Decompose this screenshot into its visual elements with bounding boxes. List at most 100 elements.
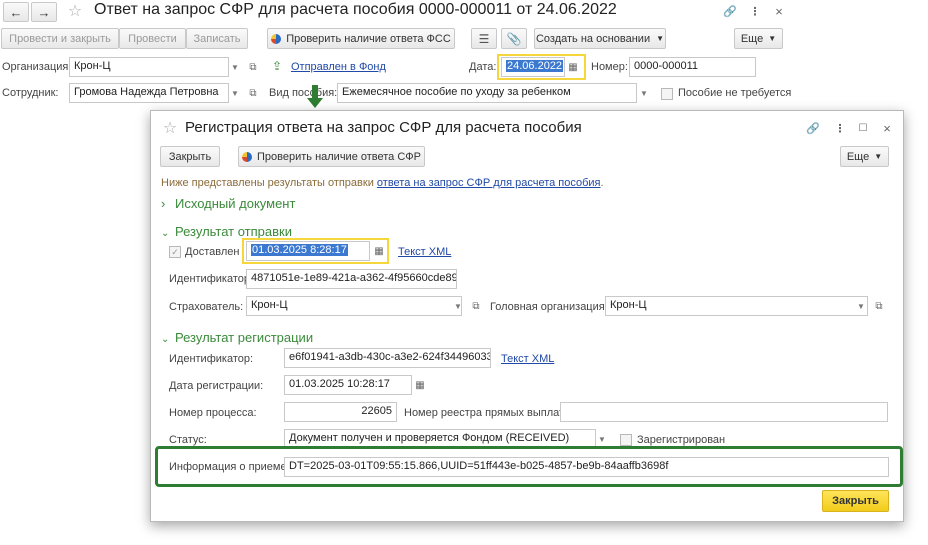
post-and-close-button[interactable]: Провести и закрыть (1, 28, 119, 49)
more-label: Еще (740, 32, 764, 45)
info-line: Ниже представлены результаты отправки от… (161, 177, 604, 189)
pointer-arrow-head (307, 98, 323, 108)
post-button[interactable]: Провести (119, 28, 186, 49)
benefit-type-label: Вид пособия: (269, 87, 338, 99)
send-result-section[interactable]: ⌄ Результат отправки (161, 224, 292, 239)
chevron-down-icon: ⌄ (161, 334, 170, 345)
chevron-down-icon: ▼ (656, 34, 665, 43)
check-sfr-label: Проверить наличие ответа СФР (257, 150, 421, 163)
insurer-label: Страхователь: (169, 301, 244, 313)
calendar-icon[interactable]: ▦ (372, 244, 386, 258)
reg-date-field[interactable]: 01.03.2025 10:28:17 (284, 375, 412, 395)
delivered-datetime-value: 01.03.2025 8:28:17 (251, 244, 348, 256)
close-button[interactable]: Закрыть (160, 146, 220, 167)
calendar-icon[interactable]: ▦ (566, 60, 580, 74)
more-button[interactable]: Еще ▼ (840, 146, 889, 167)
registered-checkbox[interactable] (620, 434, 632, 446)
head-org-field[interactable]: Крон-Ц (605, 296, 868, 316)
delivered-label: Доставлен (185, 246, 240, 258)
receipt-info-label: Информация о приеме: (169, 461, 290, 473)
close-icon[interactable]: × (880, 121, 894, 136)
footer-close-button[interactable]: Закрыть (822, 490, 889, 512)
more-button[interactable]: Еще ▼ (734, 28, 783, 49)
status-label: Статус: (169, 434, 207, 446)
benefit-type-field[interactable]: Ежемесячное пособие по уходу за ребенком (337, 83, 637, 103)
chevron-down-icon: ▼ (768, 34, 777, 43)
org-field[interactable]: Крон-Ц (69, 57, 229, 77)
favorite-star-icon[interactable]: ☆ (161, 119, 179, 137)
registry-field[interactable] (560, 402, 888, 422)
registry-label: Номер реестра прямых выплат: (404, 407, 568, 419)
registration-dialog: ☆ Регистрация ответа на запрос СФР для р… (150, 110, 904, 522)
not-required-label: Пособие не требуется (678, 87, 792, 99)
number-field[interactable]: 0000-000011 (629, 57, 756, 77)
list-icon: ☰ (478, 31, 490, 46)
create-based-on-button[interactable]: Создать на основании ▼ (534, 28, 666, 49)
head-org-label: Головная организация: (490, 301, 608, 313)
date-value: 24.06.2022 (506, 60, 564, 72)
source-doc-section[interactable]: › Исходный документ (161, 196, 295, 211)
close-icon[interactable]: × (772, 4, 786, 19)
id-field-1[interactable]: 4871051e-1e89-421a-a362-4f95660cde89 (246, 269, 457, 289)
insurer-open-icon[interactable]: ⧉ (470, 299, 482, 313)
employee-field[interactable]: Громова Надежда Петровна (69, 83, 229, 103)
check-fss-label: Проверить наличие ответа ФСС (286, 32, 451, 45)
chevron-down-icon: ⌄ (161, 228, 170, 239)
forward-button[interactable]: → (31, 2, 57, 22)
source-doc-title: Исходный документ (175, 196, 296, 211)
list-icon-button[interactable]: ☰ (471, 28, 497, 49)
info-text: Ниже представлены результаты отправки (161, 177, 374, 189)
text-xml-link-2[interactable]: Текст XML (501, 353, 554, 365)
head-org-dropdown-icon[interactable]: ▼ (854, 296, 868, 316)
save-button[interactable]: Записать (186, 28, 248, 49)
pointer-arrow (312, 85, 318, 99)
dialog-title: Регистрация ответа на запрос СФР для рас… (185, 119, 582, 136)
org-open-icon[interactable]: ⧉ (247, 60, 259, 74)
maximize-icon[interactable]: ☐ (856, 121, 870, 135)
delivered-datetime-field[interactable]: 01.03.2025 8:28:17 (246, 241, 370, 261)
reg-date-label: Дата регистрации: (169, 380, 264, 392)
employee-label: Сотрудник: (2, 87, 59, 99)
more-dots-icon[interactable]: ⋮ (748, 4, 762, 18)
more-label: Еще (846, 150, 870, 163)
id-label-2: Идентификатор: (169, 353, 254, 365)
benefit-type-dropdown-icon[interactable]: ▼ (637, 83, 651, 103)
reg-result-section[interactable]: ⌄ Результат регистрации (161, 330, 313, 345)
employee-open-icon[interactable]: ⧉ (247, 86, 259, 100)
send-result-title: Результат отправки (175, 224, 292, 239)
number-label: Номер: (591, 61, 628, 73)
insurer-field[interactable]: Крон-Ц (246, 296, 462, 316)
insurer-dropdown-icon[interactable]: ▼ (451, 296, 465, 316)
link-icon[interactable]: 🔗 (723, 4, 737, 18)
paperclip-icon: 📎 (506, 31, 522, 46)
favorite-star-icon[interactable]: ☆ (66, 2, 84, 20)
attach-button[interactable]: 📎 (501, 28, 527, 49)
receipt-info-field[interactable]: DT=2025-03-01T09:55:15.866,UUID=51ff443e… (284, 457, 889, 477)
id-label-1: Идентификатор: (169, 273, 254, 285)
registered-label: Зарегистрирован (637, 434, 726, 446)
more-dots-icon[interactable]: ⋮ (833, 121, 847, 135)
sfr-logo-icon (242, 151, 252, 162)
fss-logo-icon (271, 33, 282, 44)
process-num-field[interactable]: 22605 (284, 402, 397, 422)
delivered-checkbox[interactable]: ✓ (169, 246, 181, 258)
reg-result-title: Результат регистрации (175, 330, 314, 345)
not-required-checkbox[interactable] (661, 88, 673, 100)
back-button[interactable]: ← (3, 2, 29, 22)
org-dropdown-icon[interactable]: ▼ (228, 57, 242, 77)
employee-dropdown-icon[interactable]: ▼ (228, 83, 242, 103)
check-fss-button[interactable]: Проверить наличие ответа ФСС (267, 28, 455, 49)
text-xml-link-1[interactable]: Текст XML (398, 246, 451, 258)
calendar-icon[interactable]: ▦ (413, 378, 427, 392)
id-field-2[interactable]: e6f01941-a3db-430c-a3e2-624f34496033 (284, 348, 491, 368)
check-sfr-button[interactable]: Проверить наличие ответа СФР (238, 146, 425, 167)
date-label: Дата: (469, 61, 497, 73)
date-field[interactable]: 24.06.2022 (501, 57, 565, 77)
head-org-open-icon[interactable]: ⧉ (873, 299, 885, 313)
org-label: Организация: (2, 61, 72, 73)
window-title: Ответ на запрос СФР для расчета пособия … (94, 1, 617, 18)
sent-to-fund-link[interactable]: Отправлен в Фонд (291, 61, 386, 73)
info-link[interactable]: ответа на запрос СФР для расчета пособия (377, 177, 601, 189)
process-num-label: Номер процесса: (169, 407, 257, 419)
link-icon[interactable]: 🔗 (806, 121, 820, 135)
